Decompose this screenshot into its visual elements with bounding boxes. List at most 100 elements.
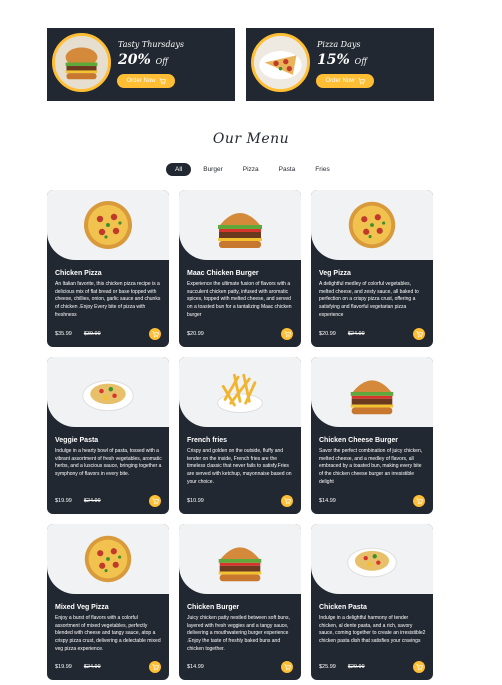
filter-pizza[interactable]: Pizza <box>235 163 267 176</box>
burger-icon <box>52 33 111 92</box>
item-price: $35.99 <box>55 331 72 337</box>
item-prices: $19.99 $24.99 <box>55 664 101 670</box>
item-prices: $20.99 <box>187 331 216 337</box>
item-old-price: $29.99 <box>347 664 365 670</box>
item-old-price: $39.99 <box>83 331 101 337</box>
menu-filters: All Burger Pizza Pasta Fries <box>166 163 338 176</box>
card-image <box>179 524 301 594</box>
cart-icon <box>283 497 291 504</box>
item-description: A delightful medley of colorful vegetabl… <box>319 281 419 318</box>
item-name: Maac Chicken Burger <box>187 270 259 277</box>
item-price: $19.99 <box>55 664 72 670</box>
card-image <box>47 357 169 427</box>
card-image <box>179 357 301 427</box>
offer-box-pizza-days: Pizza Days 15% Off Order Now <box>246 28 434 101</box>
pizza-icon <box>84 535 132 583</box>
item-price: $14.99 <box>187 664 204 670</box>
item-name: Mixed Veg Pizza <box>55 604 109 611</box>
offer-percent: 15% Off <box>317 52 367 68</box>
item-name: Chicken Cheese Burger <box>319 437 398 444</box>
cart-icon <box>151 497 159 504</box>
offer-title: Tasty Thursdays <box>118 40 184 49</box>
menu-card: Chicken Pizza An Italian favorite, this … <box>47 190 169 347</box>
menu-card: Chicken Pasta Indulge in a delightful ha… <box>311 524 433 680</box>
item-price: $20.99 <box>319 331 336 337</box>
offer-title: Pizza Days <box>317 40 361 49</box>
item-description: Juicy chicken patty nestled between soft… <box>187 615 290 652</box>
pizza-slice-icon <box>251 33 310 92</box>
item-prices: $35.99 $39.99 <box>55 331 101 337</box>
cart-icon <box>415 663 423 670</box>
item-old-price: $24.99 <box>83 664 101 670</box>
item-price: $14.99 <box>319 498 336 504</box>
add-to-cart-button[interactable] <box>149 328 161 340</box>
card-image <box>311 357 433 427</box>
menu-card: Mixed Veg Pizza Enjoy a burst of flavors… <box>47 524 169 680</box>
cart-icon <box>283 663 291 670</box>
menu-heading: Our Menu <box>212 131 290 147</box>
filter-burger[interactable]: Burger <box>195 163 231 176</box>
menu-card: Veggie Pasta Indulge in a hearty bowl of… <box>47 357 169 514</box>
filter-all[interactable]: All <box>166 163 192 176</box>
menu-card: Veg Pizza A delightful medley of colorfu… <box>311 190 433 347</box>
add-to-cart-button[interactable] <box>281 328 293 340</box>
item-name: Veg Pizza <box>319 270 351 277</box>
item-description: Indulge in a delightful harmony of tende… <box>319 615 426 645</box>
order-now-label: Order Now <box>126 78 156 84</box>
item-price: $20.99 <box>187 331 204 337</box>
card-image <box>311 190 433 260</box>
add-to-cart-button[interactable] <box>149 495 161 507</box>
item-prices: $20.99 $24.99 <box>319 331 365 337</box>
item-old-price: $24.99 <box>347 331 365 337</box>
order-now-button[interactable]: Order Now <box>117 74 175 88</box>
offer-off-label: Off <box>155 57 168 66</box>
item-name: Chicken Burger <box>187 604 240 611</box>
cart-icon <box>357 77 365 84</box>
cart-icon <box>151 663 159 670</box>
item-price: $10.99 <box>187 498 204 504</box>
add-to-cart-button[interactable] <box>413 661 425 673</box>
burger-icon <box>350 380 394 415</box>
cart-icon <box>415 330 423 337</box>
pasta-icon <box>347 547 397 578</box>
item-description: Indulge in a hearty bowl of pasta, tosse… <box>55 448 162 478</box>
item-description: Experience the ultimate fusion of flavor… <box>187 281 292 318</box>
item-old-price: $24.99 <box>83 498 101 504</box>
menu-card: Maac Chicken Burger Experience the ultim… <box>179 190 301 347</box>
item-name: Veggie Pasta <box>55 437 99 444</box>
item-name: Chicken Pizza <box>55 270 102 277</box>
order-now-label: Order Now <box>325 78 355 84</box>
cart-icon <box>283 330 291 337</box>
add-to-cart-button[interactable] <box>149 661 161 673</box>
add-to-cart-button[interactable] <box>413 495 425 507</box>
item-name: Chicken Pasta <box>319 604 367 611</box>
offer-box-tasty-thursdays: Tasty Thursdays 20% Off Order Now <box>47 28 235 101</box>
item-prices: $10.99 <box>187 498 216 504</box>
order-now-button[interactable]: Order Now <box>316 74 374 88</box>
burger-icon <box>218 213 262 248</box>
cart-icon <box>158 77 166 84</box>
filter-pasta[interactable]: Pasta <box>271 163 304 176</box>
item-description: Crispy and golden on the outside, fluffy… <box>187 448 292 485</box>
item-prices: $14.99 <box>319 498 348 504</box>
item-name: French fries <box>187 437 228 444</box>
item-description: An Italian favorite, this chicken pizza … <box>55 281 161 318</box>
add-to-cart-button[interactable] <box>281 661 293 673</box>
card-image <box>47 190 169 260</box>
add-to-cart-button[interactable] <box>413 328 425 340</box>
menu-card: Chicken Burger Juicy chicken patty nestl… <box>179 524 301 680</box>
add-to-cart-button[interactable] <box>281 495 293 507</box>
offer-percent-value: 15% <box>317 52 350 68</box>
menu-card: Chicken Cheese Burger Savor the perfect … <box>311 357 433 514</box>
card-image <box>47 524 169 594</box>
pizza-icon <box>348 201 396 249</box>
pizza-icon <box>84 201 132 249</box>
item-description: Savor the perfect combination of juicy c… <box>319 448 423 485</box>
filter-fries[interactable]: Fries <box>307 163 337 176</box>
menu-card: French fries Crispy and golden on the ou… <box>179 357 301 514</box>
cart-icon <box>151 330 159 337</box>
offer-percent: 20% Off <box>118 52 168 68</box>
fries-icon <box>216 373 264 414</box>
item-prices: $14.99 <box>187 664 216 670</box>
item-prices: $25.99 $29.99 <box>319 664 365 670</box>
